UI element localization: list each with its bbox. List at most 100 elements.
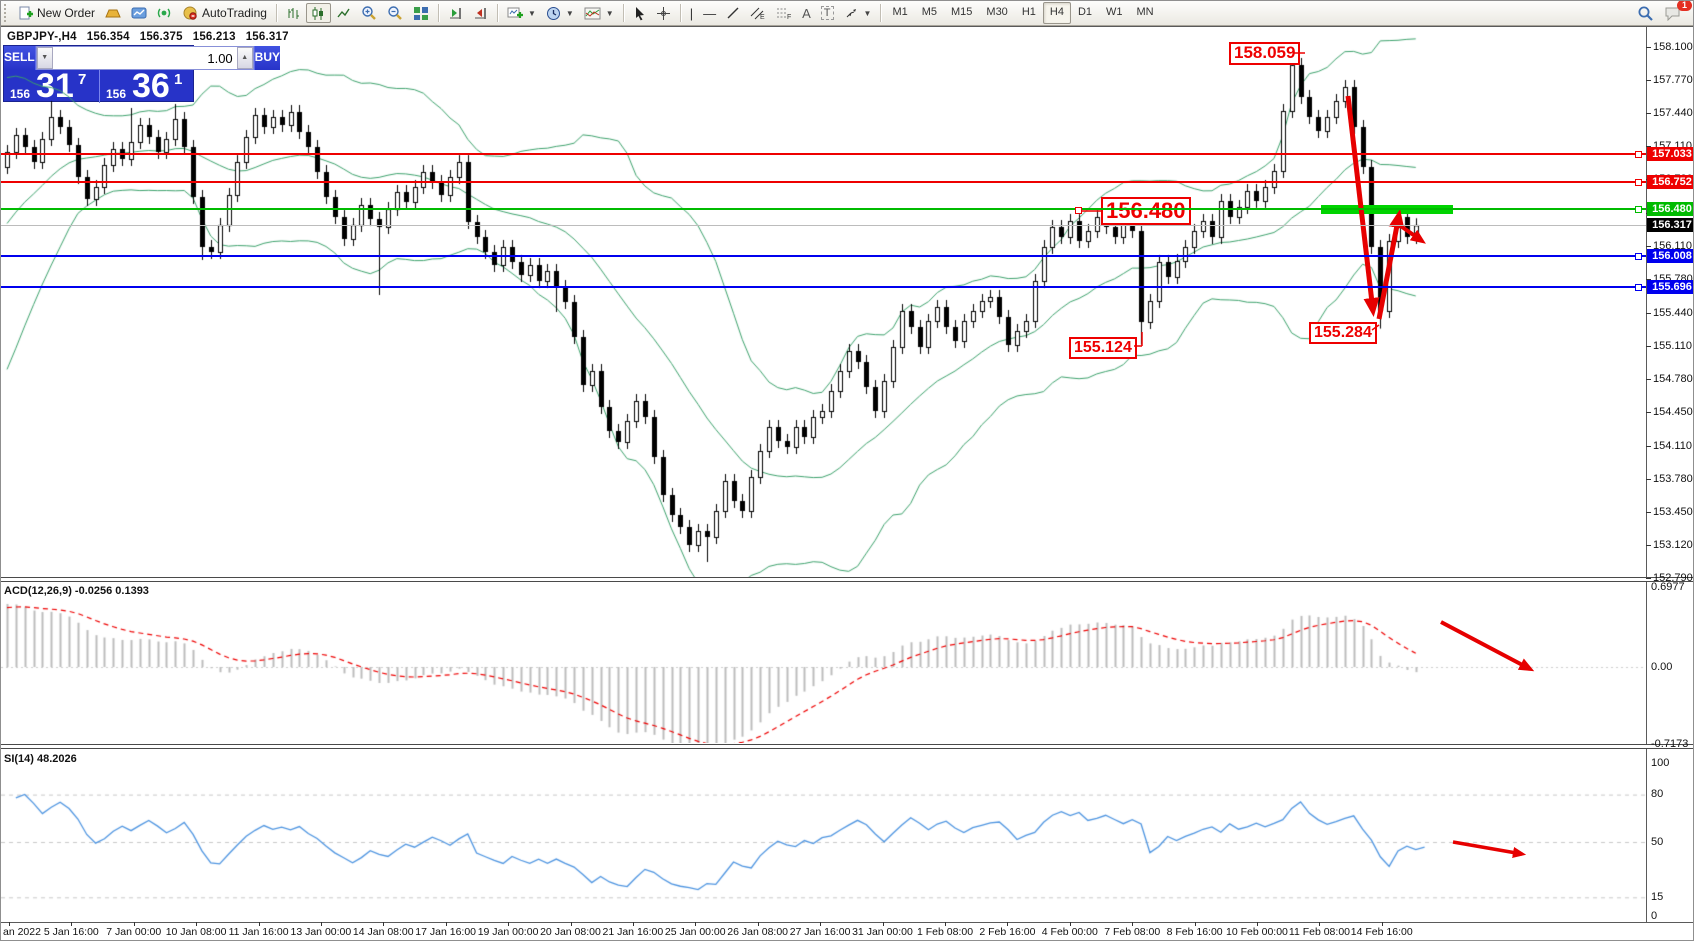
price-tick-mark: [1646, 113, 1651, 114]
price-badge-156008: 156.008: [1647, 249, 1694, 263]
timeframe-button-m15[interactable]: M15: [944, 2, 979, 24]
current-price-line[interactable]: [1, 225, 1646, 226]
level-line-156008[interactable]: [1, 255, 1646, 257]
signals-button[interactable]: [152, 3, 177, 23]
trendline-icon: [726, 6, 740, 20]
autotrading-button[interactable]: AutoTrading: [177, 3, 272, 23]
cursor-tool-button[interactable]: [628, 3, 651, 23]
chart-shift-button[interactable]: [468, 3, 493, 23]
level-line-156752[interactable]: [1, 181, 1646, 183]
community-button[interactable]: [126, 3, 152, 23]
zoom-in-button[interactable]: [356, 3, 382, 23]
new-chart-icon: [507, 6, 523, 20]
arrows-caret-icon: ▼: [864, 9, 872, 18]
timeframe-button-h1[interactable]: H1: [1015, 2, 1043, 24]
price-tick-label: 157.770: [1653, 74, 1693, 86]
rsi-splitter[interactable]: [1, 744, 1694, 749]
tile-windows-button[interactable]: [408, 3, 434, 23]
chart-shift-icon: [473, 6, 488, 21]
rsi-scale-label: 15: [1651, 891, 1663, 903]
indicators-button[interactable]: ▼: [579, 3, 619, 23]
candlestick-chart-icon: [311, 6, 326, 21]
time-label: 11 Jan 16:00: [229, 926, 289, 938]
auto-scroll-button[interactable]: [443, 3, 468, 23]
vertical-line-tool[interactable]: |: [685, 3, 698, 23]
price-tick-mark: [1646, 479, 1651, 480]
price-badge-155696: 155.696: [1647, 280, 1694, 294]
rsi-scale-label: 80: [1651, 788, 1663, 800]
time-label: 19 Jan 00:00: [478, 926, 539, 938]
period-button[interactable]: ▼: [541, 3, 579, 23]
indicators-icon: [584, 7, 601, 20]
timeframe-button-mn[interactable]: MN: [1130, 2, 1161, 24]
price-tick-mark: [1646, 379, 1651, 380]
trendline-tool[interactable]: [721, 3, 745, 23]
zoom-out-button[interactable]: [382, 3, 408, 23]
price-badge-156317: 156.317: [1647, 218, 1694, 232]
search-button[interactable]: [1632, 3, 1659, 23]
macd-panel-canvas[interactable]: [1, 582, 1646, 743]
time-label: 2 Feb 16:00: [979, 926, 1035, 938]
bar-chart-button[interactable]: [281, 3, 306, 23]
price-tick-mark: [1646, 578, 1651, 579]
price-annotation-156480[interactable]: 156.480: [1101, 197, 1191, 225]
price-annotation-155284[interactable]: 155.284: [1309, 322, 1377, 344]
rsi-panel-canvas[interactable]: [1, 749, 1646, 922]
autotrading-label: AutoTrading: [202, 6, 267, 20]
new-order-button[interactable]: New Order: [13, 3, 100, 23]
channel-icon: E: [750, 6, 766, 20]
text-label-tool[interactable]: T: [816, 3, 839, 23]
price-annotation-158059[interactable]: 158.059: [1229, 42, 1300, 65]
price-tick-mark: [1646, 412, 1651, 413]
time-label: 11 Feb 08:00: [1289, 926, 1350, 938]
rsi-label: SI(14) 48.2026: [4, 753, 77, 765]
indicators-caret-icon: ▼: [606, 9, 614, 18]
line-chart-button[interactable]: [331, 3, 356, 23]
timeframe-button-d1[interactable]: D1: [1071, 2, 1099, 24]
time-label: 10 Feb 00:00: [1226, 926, 1288, 938]
price-annotation-155124[interactable]: 155.124: [1069, 337, 1137, 359]
text-tool[interactable]: A: [797, 3, 816, 23]
timeframe-button-m5[interactable]: M5: [915, 2, 944, 24]
crosshair-tool-button[interactable]: [651, 3, 676, 23]
price-chart-canvas[interactable]: [1, 27, 1646, 578]
time-label: 20 Jan 08:00: [540, 926, 601, 938]
timeframe-button-m30[interactable]: M30: [979, 2, 1014, 24]
vertical-line-icon: |: [690, 6, 693, 21]
price-tick-mark: [1646, 80, 1651, 81]
horizontal-line-tool[interactable]: —: [698, 3, 721, 23]
level-axis-square: [1635, 206, 1642, 213]
price-tick-label: 154.780: [1653, 373, 1693, 385]
timeframe-button-m1[interactable]: M1: [885, 2, 914, 24]
time-label: 17 Jan 16:00: [415, 926, 476, 938]
gold-chart-button[interactable]: [100, 3, 126, 23]
macd-splitter[interactable]: [1, 577, 1694, 582]
toolbar-grip[interactable]: [4, 4, 10, 22]
timeframe-button-h4[interactable]: H4: [1043, 2, 1071, 24]
time-label: 4 Feb 00:00: [1042, 926, 1098, 938]
tile-windows-icon: [413, 6, 429, 21]
time-label: 7 Jan 00:00: [106, 926, 161, 938]
price-tick-label: 157.440: [1653, 107, 1693, 119]
fibonacci-tool[interactable]: F: [771, 3, 797, 23]
level-line-156480[interactable]: [1, 208, 1646, 210]
macd-scale-label: 0.6977: [1651, 581, 1685, 593]
price-badge-156480: 156.480: [1647, 202, 1694, 216]
toolbar-separator: [276, 4, 277, 22]
time-label: 31 Jan 00:00: [852, 926, 913, 938]
candlestick-chart-button[interactable]: [306, 3, 331, 23]
level-axis-square: [1635, 179, 1642, 186]
level-line-157033[interactable]: [1, 153, 1646, 155]
timeframe-button-w1[interactable]: W1: [1099, 2, 1130, 24]
price-tick-mark: [1646, 313, 1651, 314]
mt4-terminal-window: New Order AutoTrading: [0, 0, 1694, 941]
notifications-button[interactable]: 1: [1659, 3, 1687, 23]
arrows-tool[interactable]: ▼: [839, 3, 877, 23]
toolbar-separator: [880, 4, 881, 22]
fibonacci-icon: F: [776, 6, 792, 20]
channel-tool[interactable]: E: [745, 3, 771, 23]
level-line-155696[interactable]: [1, 286, 1646, 288]
new-chart-button[interactable]: ▼: [502, 3, 541, 23]
autotrading-icon: [182, 6, 198, 21]
price-tick-mark: [1646, 346, 1651, 347]
